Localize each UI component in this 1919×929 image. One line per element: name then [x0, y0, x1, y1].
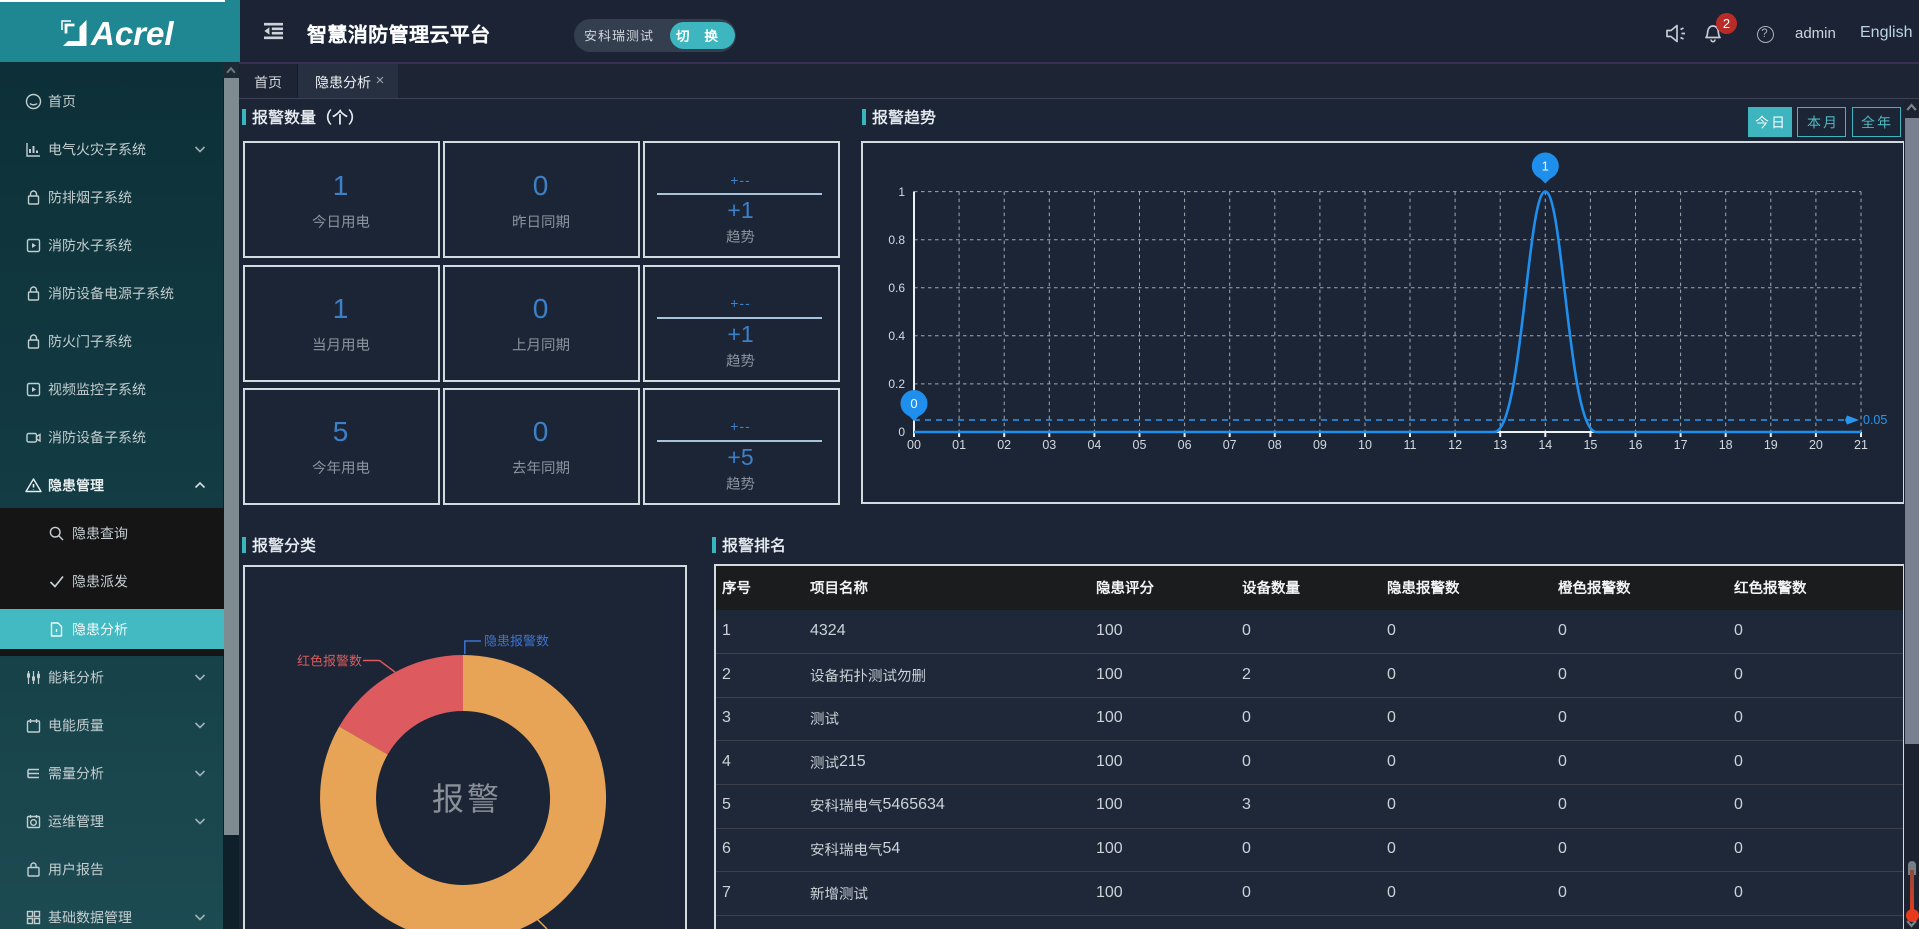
svg-text:0: 0 [910, 396, 917, 411]
svg-text:1: 1 [1542, 159, 1549, 174]
